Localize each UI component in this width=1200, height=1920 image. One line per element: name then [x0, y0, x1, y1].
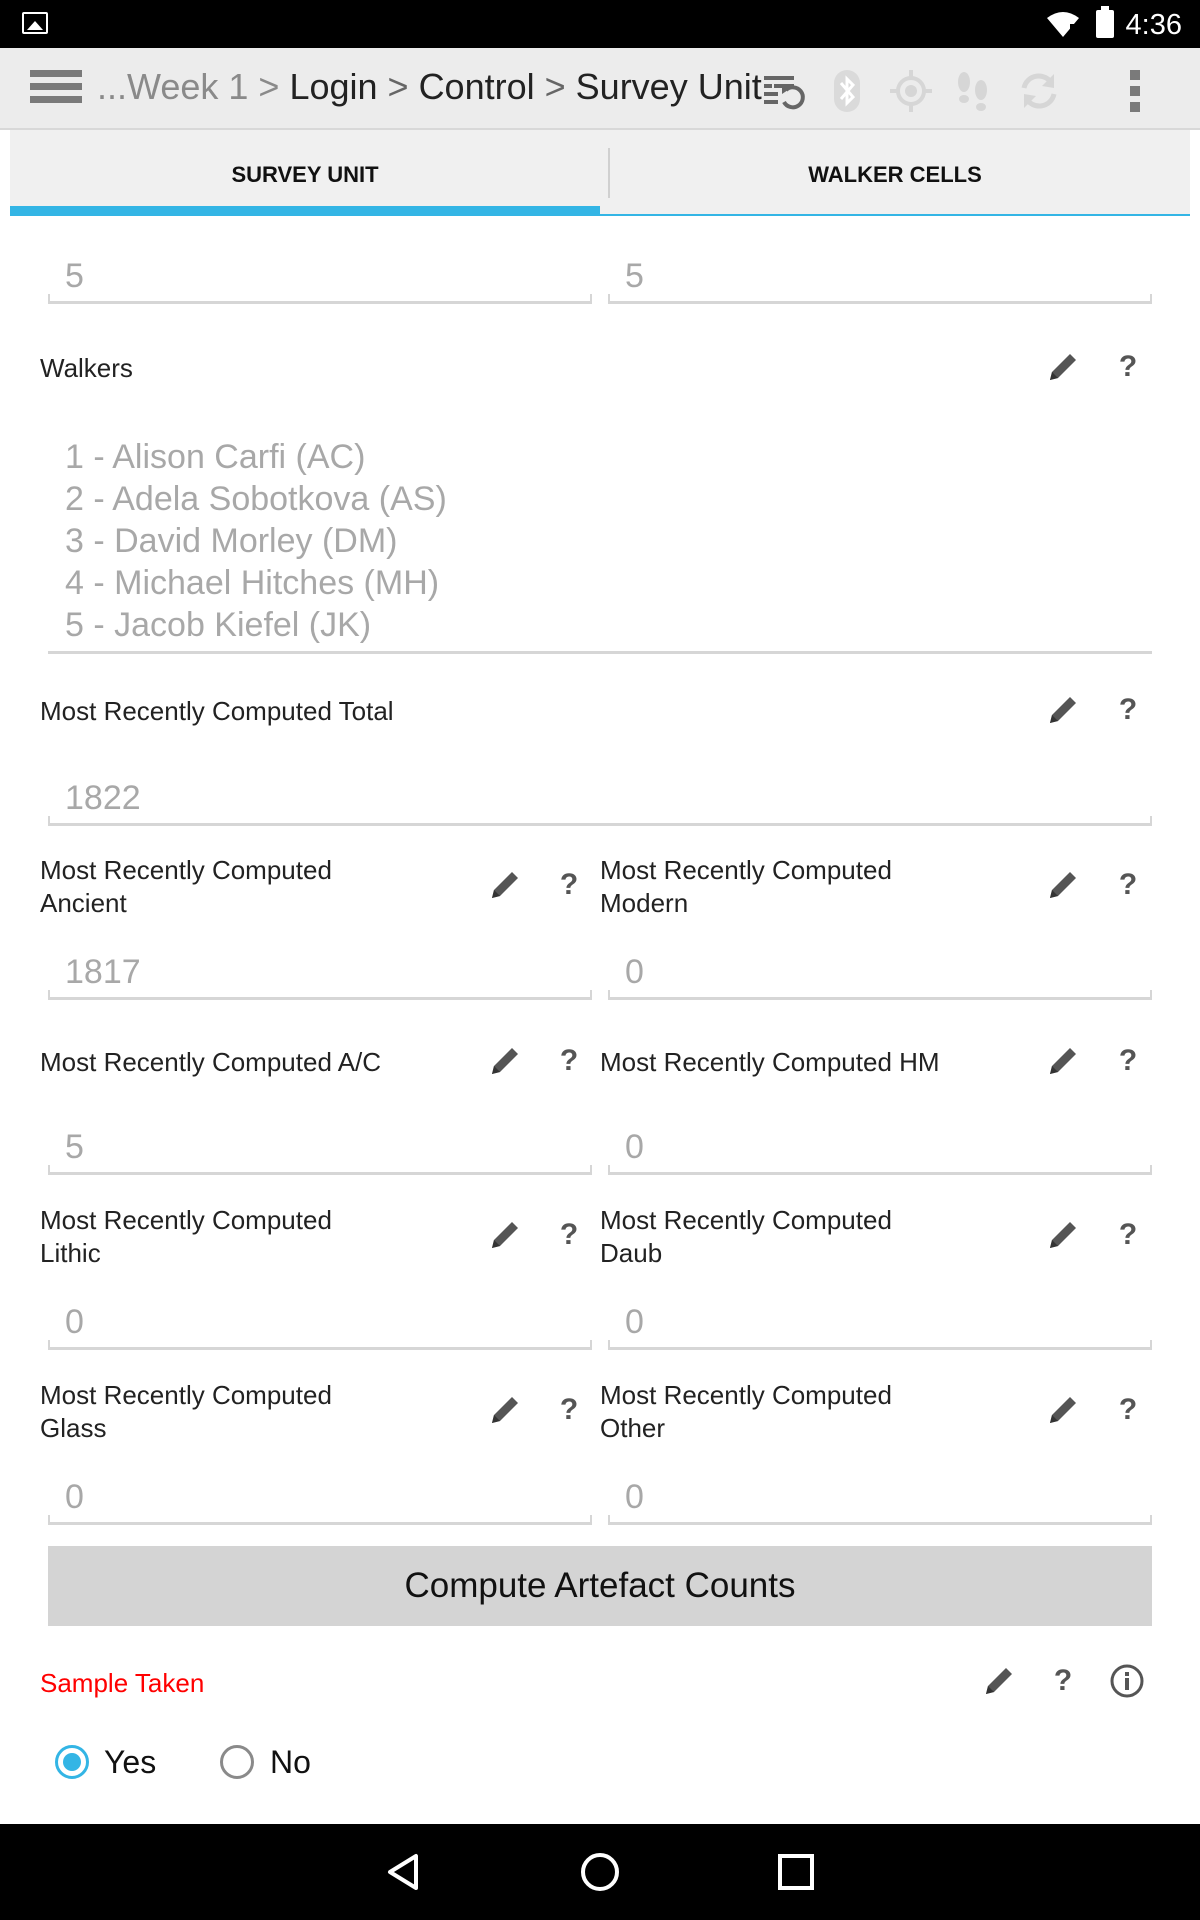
compute-artefact-counts-button[interactable]: Compute Artefact Counts	[48, 1546, 1152, 1626]
help-icon[interactable]: ?	[552, 1044, 586, 1078]
pencil-icon[interactable]	[1046, 1393, 1080, 1427]
sample-yes-label[interactable]: Yes	[104, 1744, 156, 1781]
breadcrumb: ...Week 1 > Login > Control > Survey Uni…	[97, 66, 762, 107]
ac-label: Most Recently Computed A/C	[40, 1047, 382, 1077]
pencil-icon[interactable]	[488, 1393, 522, 1427]
walker-item: 1 - Alison Carfi (AC)	[65, 438, 366, 476]
help-icon[interactable]: ?	[1111, 1393, 1145, 1427]
hamburger-menu-icon[interactable]	[30, 70, 82, 110]
pencil-icon[interactable]	[1046, 693, 1080, 727]
overflow-menu-icon[interactable]	[1110, 66, 1160, 116]
daub-label: Most Recently Computed Daub	[600, 1205, 892, 1268]
modern-field[interactable]: 0	[608, 950, 1152, 1000]
walker-item: 2 - Adela Sobotkova (AS)	[65, 480, 447, 518]
top-left-field[interactable]: 5	[48, 254, 592, 304]
other-field[interactable]: 0	[608, 1475, 1152, 1525]
modern-label: Most Recently Computed Modern	[600, 855, 892, 918]
bluetooth-icon[interactable]	[822, 66, 872, 116]
total-label: Most Recently Computed Total	[40, 696, 394, 726]
pencil-icon[interactable]	[982, 1664, 1016, 1698]
action-bar: ...Week 1 > Login > Control > Survey Uni…	[0, 48, 1200, 130]
walker-item: 4 - Michael Hitches (MH)	[65, 564, 440, 602]
other-label: Most Recently Computed Other	[600, 1380, 892, 1443]
ancient-field[interactable]: 1817	[48, 950, 592, 1000]
pencil-icon[interactable]	[488, 868, 522, 902]
help-icon[interactable]: ?	[1111, 1218, 1145, 1252]
breadcrumb-control[interactable]: Control	[419, 66, 535, 107]
pencil-icon[interactable]	[1046, 350, 1080, 384]
info-icon[interactable]	[1110, 1664, 1144, 1698]
sync-status-icon[interactable]	[760, 66, 810, 116]
pencil-icon[interactable]	[1046, 1218, 1080, 1252]
help-icon[interactable]: ?	[1111, 350, 1145, 384]
battery-icon	[1096, 6, 1114, 38]
walkers-list[interactable]: 1 - Alison Carfi (AC) 2 - Adela Sobotkov…	[48, 436, 1152, 654]
sample-no-radio[interactable]	[220, 1745, 254, 1779]
lithic-field[interactable]: 0	[48, 1300, 592, 1350]
hm-label: Most Recently Computed HM	[600, 1047, 940, 1077]
wifi-icon	[1047, 12, 1079, 37]
tracking-footsteps-icon[interactable]	[948, 66, 998, 116]
status-time: 4:36	[1125, 9, 1182, 41]
walker-item: 3 - David Morley (DM)	[65, 522, 398, 560]
help-icon[interactable]: ?	[1046, 1664, 1080, 1698]
top-right-field[interactable]: 5	[608, 254, 1152, 304]
pencil-icon[interactable]	[1046, 868, 1080, 902]
walker-item: 5 - Jacob Kiefel (JK)	[65, 606, 372, 644]
sample-no-label[interactable]: No	[270, 1744, 311, 1781]
tab-survey-unit[interactable]: SURVEY UNIT	[10, 130, 600, 216]
status-bar: 4:36	[0, 0, 1200, 48]
lithic-label: Most Recently Computed Lithic	[40, 1205, 332, 1268]
sample-taken-label: Sample Taken	[40, 1668, 205, 1698]
help-icon[interactable]: ?	[1111, 693, 1145, 727]
tab-walker-cells[interactable]: WALKER CELLS	[600, 130, 1190, 216]
ac-field[interactable]: 5	[48, 1125, 592, 1175]
image-notification-icon	[22, 12, 48, 34]
hm-field[interactable]: 0	[608, 1125, 1152, 1175]
refresh-icon[interactable]	[1014, 66, 1064, 116]
pencil-icon[interactable]	[488, 1218, 522, 1252]
recent-apps-icon[interactable]	[770, 1846, 822, 1898]
help-icon[interactable]: ?	[1111, 868, 1145, 902]
back-icon[interactable]	[378, 1846, 430, 1898]
gps-icon[interactable]	[886, 66, 936, 116]
breadcrumb-login[interactable]: Login	[289, 66, 377, 107]
system-navigation-bar	[0, 1824, 1200, 1920]
glass-field[interactable]: 0	[48, 1475, 592, 1525]
pencil-icon[interactable]	[488, 1044, 522, 1078]
breadcrumb-survey-unit: Survey Unit	[575, 66, 762, 107]
help-icon[interactable]: ?	[552, 868, 586, 902]
ancient-label: Most Recently Computed Ancient	[40, 855, 332, 918]
help-icon[interactable]: ?	[552, 1218, 586, 1252]
help-icon[interactable]: ?	[552, 1393, 586, 1427]
breadcrumb-week[interactable]: ...Week 1	[97, 66, 248, 107]
tab-bar: SURVEY UNIT WALKER CELLS	[10, 130, 1190, 216]
daub-field[interactable]: 0	[608, 1300, 1152, 1350]
home-icon[interactable]	[574, 1846, 626, 1898]
walkers-label: Walkers	[40, 353, 133, 383]
glass-label: Most Recently Computed Glass	[40, 1380, 332, 1443]
pencil-icon[interactable]	[1046, 1044, 1080, 1078]
total-field[interactable]: 1822	[48, 776, 1152, 826]
help-icon[interactable]: ?	[1111, 1044, 1145, 1078]
sample-yes-radio[interactable]	[55, 1745, 89, 1779]
